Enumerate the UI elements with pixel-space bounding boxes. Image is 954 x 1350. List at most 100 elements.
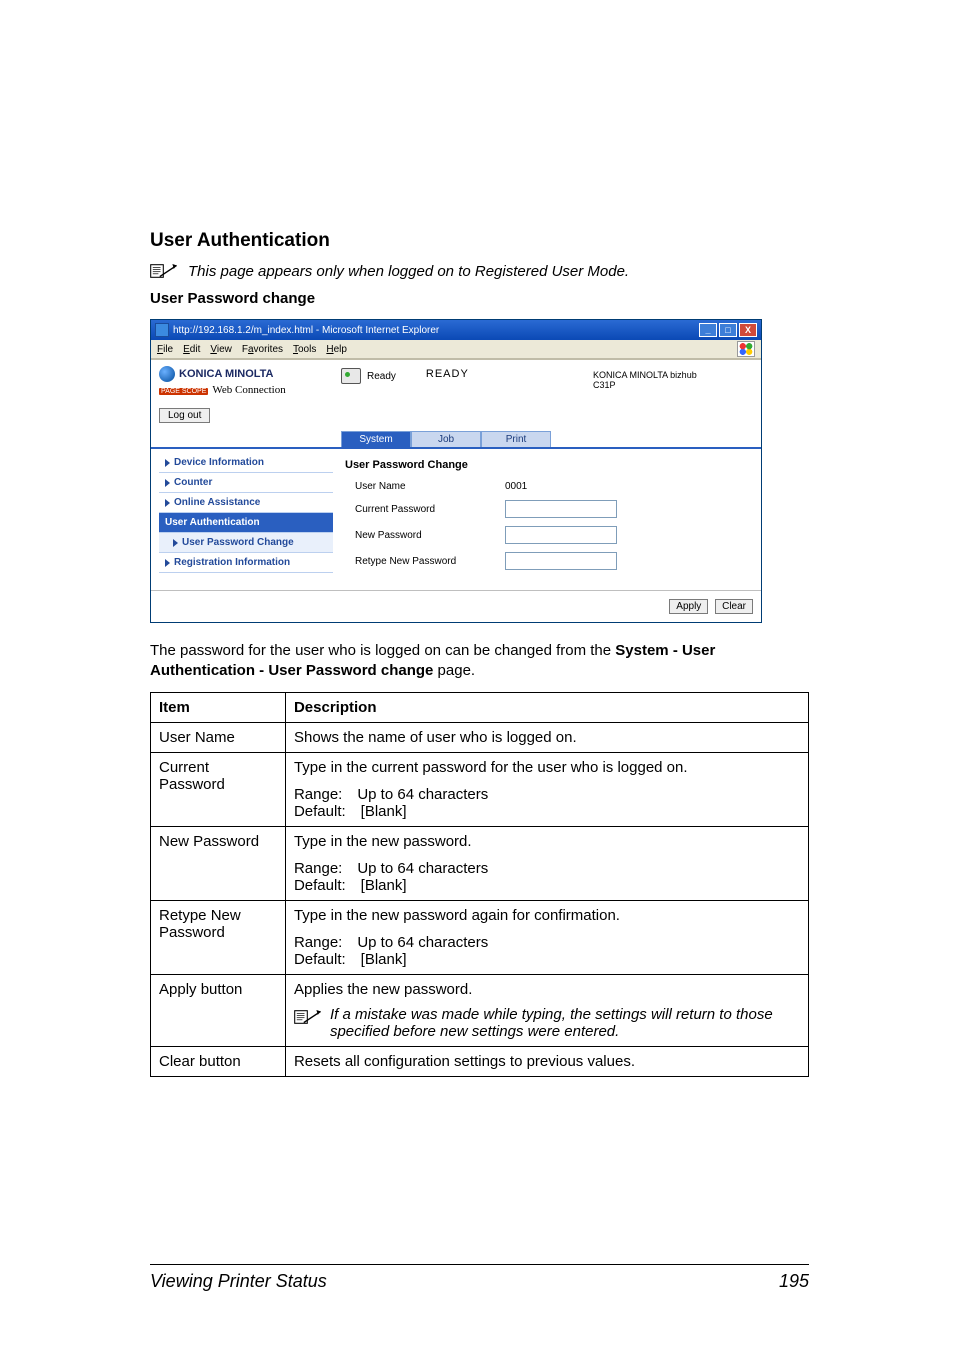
- th-item: Item: [151, 692, 286, 722]
- menu-edit[interactable]: Edit: [183, 344, 200, 355]
- desc-line: Type in the current password for the use…: [294, 759, 800, 776]
- logout-button[interactable]: Log out: [159, 408, 210, 423]
- cell-desc: Applies the new password.: [285, 974, 808, 1046]
- chevron-right-icon: [173, 539, 178, 547]
- desc-line: Resets all configuration settings to pre…: [294, 1053, 800, 1070]
- tab-job[interactable]: Job: [411, 431, 481, 447]
- clear-button[interactable]: Clear: [715, 599, 753, 614]
- brand-line: KONICA MINOLTA: [159, 366, 341, 382]
- table-row: Current Password Type in the current pas…: [151, 752, 809, 826]
- desc-line: Default: [Blank]: [294, 951, 800, 968]
- window-close-icon[interactable]: X: [739, 323, 757, 337]
- label-user-name: User Name: [345, 481, 505, 492]
- table-row: Retype New Password Type in the new pass…: [151, 900, 809, 974]
- windows-flag-icon: [737, 341, 755, 357]
- window-maximize-icon[interactable]: □: [719, 323, 737, 337]
- menu-help[interactable]: Help: [326, 344, 347, 355]
- form-area: User Password Change User Name 0001 Curr…: [341, 453, 753, 580]
- globe-icon: [159, 366, 175, 382]
- mode-note-text: This page appears only when logged on to…: [188, 263, 629, 280]
- nav-label: Counter: [174, 477, 212, 488]
- label-new-password: New Password: [345, 530, 505, 541]
- menu-tools[interactable]: Tools: [293, 344, 316, 355]
- nav-device-information[interactable]: Device Information: [159, 453, 333, 473]
- cell-desc: Type in the new password again for confi…: [285, 900, 808, 974]
- nav-label: Device Information: [174, 457, 264, 468]
- cell-item: Current Password: [151, 752, 286, 826]
- menu-favorites[interactable]: Favorites: [242, 344, 283, 355]
- nav-label: Registration Information: [174, 557, 290, 568]
- chevron-right-icon: [165, 499, 170, 507]
- screenshot-window: http://192.168.1.2/m_index.html - Micros…: [150, 319, 762, 623]
- section-title: User Authentication: [150, 230, 809, 252]
- tab-bar: System Job Print: [341, 431, 761, 447]
- desc-line: Range: Up to 64 characters: [294, 934, 800, 951]
- note-icon: [294, 1008, 322, 1026]
- nav-user-authentication[interactable]: User Authentication: [159, 513, 333, 533]
- nav-registration-information[interactable]: Registration Information: [159, 553, 333, 573]
- menu-view[interactable]: View: [210, 344, 232, 355]
- input-retype-new-password[interactable]: [505, 552, 617, 570]
- chevron-right-icon: [165, 479, 170, 487]
- nav-online-assistance[interactable]: Online Assistance: [159, 493, 333, 513]
- desc-line: Range: Up to 64 characters: [294, 860, 800, 877]
- th-description: Description: [285, 692, 808, 722]
- desc-line: Range: Up to 64 characters: [294, 786, 800, 803]
- nav-label: User Authentication: [165, 517, 260, 528]
- pagescope-line: PAGE SCOPE Web Connection: [159, 384, 341, 396]
- cell-desc: Type in the new password. Range: Up to 6…: [285, 826, 808, 900]
- footer-title: Viewing Printer Status: [150, 1271, 327, 1292]
- pagescope-badge: PAGE SCOPE: [159, 388, 208, 395]
- menu-file[interactable]: File: [157, 344, 173, 355]
- cell-item: User Name: [151, 722, 286, 752]
- chevron-right-icon: [165, 459, 170, 467]
- apply-button[interactable]: Apply: [669, 599, 708, 614]
- window-title: http://192.168.1.2/m_index.html - Micros…: [173, 325, 699, 336]
- nav-counter[interactable]: Counter: [159, 473, 333, 493]
- label-retype-new-password: Retype New Password: [345, 556, 505, 567]
- desc-line: Default: [Blank]: [294, 877, 800, 894]
- table-row: Clear button Resets all configuration se…: [151, 1046, 809, 1076]
- ready-label-small: Ready: [367, 371, 396, 382]
- explanatory-paragraph: The password for the user who is logged …: [150, 641, 809, 682]
- cell-desc: Shows the name of user who is logged on.: [285, 722, 808, 752]
- ready-label-big: READY: [426, 368, 469, 380]
- tab-system[interactable]: System: [341, 431, 411, 447]
- window-titlebar: http://192.168.1.2/m_index.html - Micros…: [151, 320, 761, 340]
- cell-item: New Password: [151, 826, 286, 900]
- value-user-name: 0001: [505, 481, 527, 492]
- apply-note-text: If a mistake was made while typing, the …: [330, 1006, 800, 1040]
- desc-line: Type in the new password.: [294, 833, 800, 850]
- printer-status-icon: [341, 368, 361, 384]
- cell-item: Retype New Password: [151, 900, 286, 974]
- sub-heading: User Password change: [150, 290, 809, 307]
- nav-label: User Password Change: [182, 537, 294, 548]
- window-minimize-icon[interactable]: _: [699, 323, 717, 337]
- table-row: New Password Type in the new password. R…: [151, 826, 809, 900]
- input-new-password[interactable]: [505, 526, 617, 544]
- device-model-line2: C31P: [593, 380, 753, 390]
- ie-icon: [155, 323, 169, 337]
- table-row: Apply button Applies the new password.: [151, 974, 809, 1046]
- table-row: User Name Shows the name of user who is …: [151, 722, 809, 752]
- cell-item: Clear button: [151, 1046, 286, 1076]
- form-title: User Password Change: [345, 459, 749, 471]
- cell-desc: Resets all configuration settings to pre…: [285, 1046, 808, 1076]
- label-current-password: Current Password: [345, 504, 505, 515]
- nav-label: Online Assistance: [174, 497, 260, 508]
- chevron-right-icon: [165, 559, 170, 567]
- nav-user-password-change[interactable]: User Password Change: [159, 533, 333, 553]
- side-nav: Device Information Counter Online Assist…: [159, 453, 333, 580]
- desc-line: Shows the name of user who is logged on.: [294, 729, 800, 746]
- desc-line: Type in the new password again for confi…: [294, 907, 800, 924]
- pagescope-text: Web Connection: [212, 384, 285, 396]
- cell-item: Apply button: [151, 974, 286, 1046]
- desc-line: Default: [Blank]: [294, 803, 800, 820]
- cell-desc: Type in the current password for the use…: [285, 752, 808, 826]
- description-table: Item Description User Name Shows the nam…: [150, 692, 809, 1077]
- tab-print[interactable]: Print: [481, 431, 551, 447]
- note-icon: [150, 262, 178, 280]
- page-number: 195: [779, 1271, 809, 1292]
- para-post: page.: [433, 662, 475, 679]
- input-current-password[interactable]: [505, 500, 617, 518]
